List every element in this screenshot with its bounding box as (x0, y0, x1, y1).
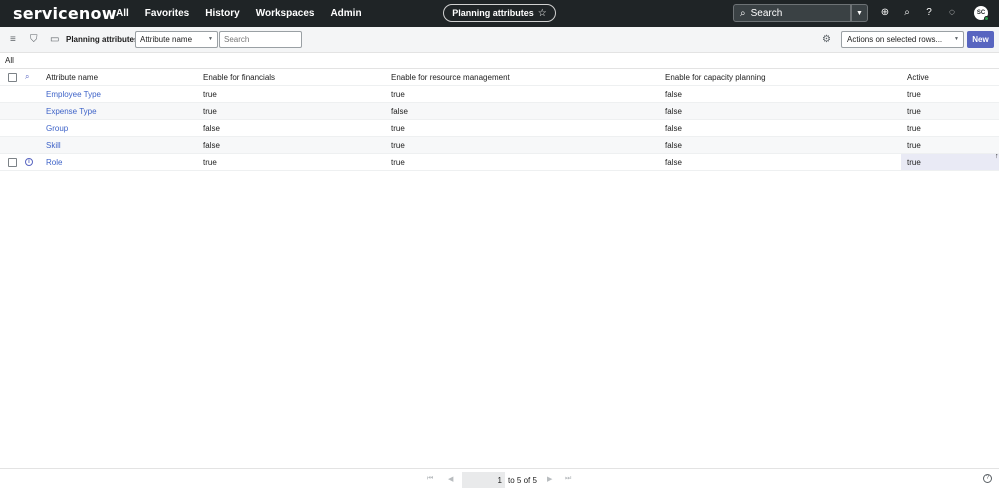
capacity-cell: false (665, 157, 682, 167)
financials-cell: true (203, 89, 217, 99)
nav-favorites[interactable]: Favorites (145, 8, 189, 19)
actions-select-value: Actions on selected rows... (847, 35, 943, 44)
first-page-icon[interactable]: ⏮ (427, 475, 433, 483)
gear-icon[interactable]: ⚙ (822, 34, 831, 46)
active-cell: true (907, 140, 921, 150)
globe-icon[interactable]: ⊕ (879, 7, 891, 19)
search-field-select[interactable]: Attribute name ▼ (135, 31, 218, 48)
capacity-cell: false (665, 140, 682, 150)
presence-indicator (984, 16, 989, 21)
capacity-cell: false (665, 89, 682, 99)
table-header-row: ⌕ Attribute name Enable for financials E… (0, 68, 999, 86)
pagination-bar: ⏮ ◀ to 5 of 5 ▶ ⏭ ? (0, 468, 999, 490)
comment-icon[interactable]: ▭ (50, 34, 59, 46)
financials-cell: false (203, 140, 220, 150)
column-header-resource-management[interactable]: Enable for resource management (391, 69, 510, 85)
next-page-icon[interactable]: ▶ (547, 475, 552, 483)
column-header-attribute-name[interactable]: Attribute name (46, 69, 98, 85)
bell-icon[interactable]: ◌ (946, 7, 958, 19)
select-all-checkbox[interactable] (8, 72, 17, 82)
financials-cell: false (203, 123, 220, 133)
attribute-name-link[interactable]: Employee Type (46, 86, 101, 102)
page-title-pill-label: Planning attributes (452, 8, 534, 18)
search-field-select-value: Attribute name (140, 35, 193, 44)
resource-cell: true (391, 140, 405, 150)
star-icon[interactable]: ☆ (538, 8, 547, 19)
page-range-text: to 5 of 5 (508, 476, 537, 485)
help-icon[interactable]: ? (983, 474, 992, 483)
capacity-cell: false (665, 123, 682, 133)
table-row: Group false true false true (0, 120, 999, 137)
row-info-cell: i (25, 154, 33, 170)
attribute-name-link[interactable]: Group (46, 120, 68, 136)
chat-icon[interactable]: ⌕ (901, 7, 913, 19)
table-row: Skill false true false true (0, 137, 999, 154)
chevron-down-icon: ▼ (954, 36, 959, 42)
attribute-name-link[interactable]: Expense Type (46, 103, 97, 119)
help-icon[interactable]: ? (923, 7, 935, 19)
financials-cell: true (203, 157, 217, 167)
hamburger-icon[interactable]: ≡ (10, 34, 16, 46)
resource-cell: true (391, 89, 405, 99)
page-number-input[interactable] (462, 472, 505, 488)
capacity-cell: false (665, 106, 682, 116)
mouse-cursor-icon: ↑ (995, 153, 999, 160)
breadcrumb[interactable]: All (5, 56, 14, 65)
attribute-name-link[interactable]: Role (46, 154, 62, 170)
column-header-active[interactable]: Active (907, 69, 929, 85)
avatar[interactable]: SC (974, 6, 989, 21)
global-search-placeholder: Search (750, 7, 783, 19)
column-header-capacity-planning[interactable]: Enable for capacity planning (665, 69, 766, 85)
financials-cell: true (203, 106, 217, 116)
nav-admin[interactable]: Admin (330, 8, 361, 19)
table-row: i Role true true false true (0, 154, 999, 171)
resource-cell: true (391, 123, 405, 133)
search-icon[interactable]: ⌕ (25, 72, 29, 82)
nav-all[interactable]: All (116, 8, 129, 19)
active-cell: true (907, 89, 921, 99)
actions-select[interactable]: Actions on selected rows... ▼ (841, 31, 964, 48)
global-search-input[interactable]: ⌕ Search (733, 4, 851, 22)
resource-cell: true (391, 157, 405, 167)
list-toolbar: ≡ ⛉ ▭ Planning attributes Attribute name… (0, 27, 999, 53)
row-select-cell (8, 154, 17, 170)
list-title: Planning attributes (66, 35, 139, 44)
row-checkbox[interactable] (8, 157, 17, 167)
select-all-cell (8, 69, 17, 85)
servicenow-logo[interactable]: servicenow (13, 4, 116, 23)
info-icon[interactable]: i (25, 158, 33, 166)
nav-workspaces[interactable]: Workspaces (256, 8, 315, 19)
column-search-cell: ⌕ (25, 69, 29, 85)
attribute-name-link[interactable]: Skill (46, 137, 61, 153)
page-title-pill[interactable]: Planning attributes ☆ (443, 4, 556, 22)
filter-icon[interactable]: ⛉ (30, 34, 38, 46)
top-navigation-bar: servicenow All Favorites History Workspa… (0, 0, 999, 27)
active-cell[interactable]: true (907, 154, 921, 170)
list-search-input[interactable] (219, 31, 302, 48)
resource-cell: false (391, 106, 408, 116)
active-cell: true (907, 106, 921, 116)
active-cell: true (907, 123, 921, 133)
previous-page-icon[interactable]: ◀ (448, 475, 453, 483)
last-page-icon[interactable]: ⏭ (565, 475, 571, 483)
column-header-financials[interactable]: Enable for financials (203, 69, 275, 85)
nav-history[interactable]: History (205, 8, 239, 19)
new-button[interactable]: New (967, 31, 994, 48)
main-menu: All Favorites History Workspaces Admin (116, 8, 378, 19)
chevron-down-icon: ▼ (856, 9, 863, 17)
list-table: ⌕ Attribute name Enable for financials E… (0, 68, 999, 171)
table-row: Employee Type true true false true (0, 86, 999, 103)
avatar-initials: SC (976, 10, 986, 16)
chevron-down-icon: ▼ (208, 36, 213, 42)
search-scope-dropdown[interactable]: ▼ (851, 4, 868, 22)
search-icon: ⌕ (740, 7, 746, 19)
table-row: Expense Type true false false true (0, 103, 999, 120)
